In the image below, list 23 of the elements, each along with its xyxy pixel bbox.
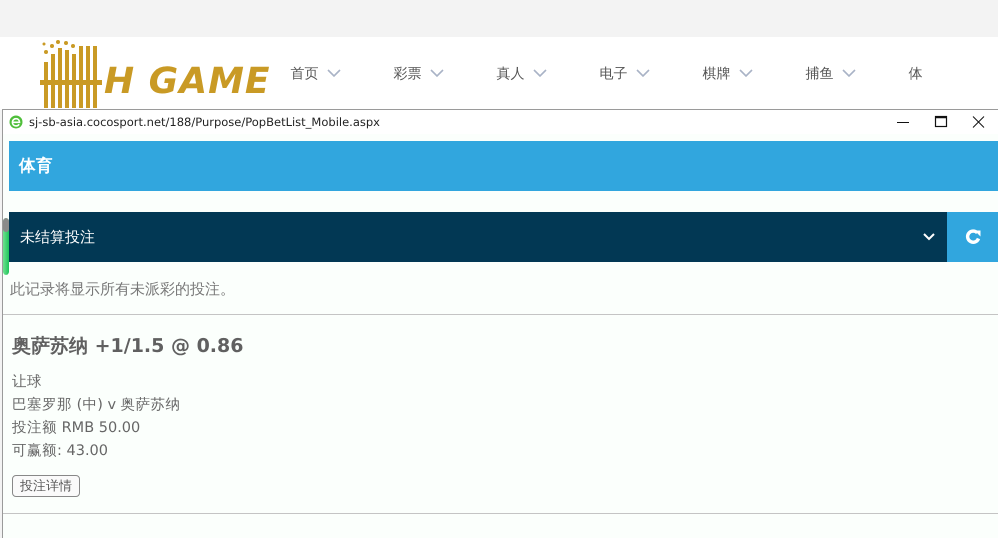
bet-stake: 投注额 RMB 50.00 bbox=[12, 418, 142, 438]
nav-item[interactable]: 捕鱼 bbox=[806, 64, 908, 82]
browser-icon bbox=[9, 115, 23, 129]
chevron-down-icon bbox=[923, 233, 935, 241]
logo-bars-icon bbox=[40, 40, 102, 108]
notice-text: 此记录将显示所有未派彩的投注。 bbox=[3, 262, 998, 315]
window-url: sj-sb-asia.cocosport.net/188/Purpose/PopBetList_Mobile.aspx bbox=[29, 115, 381, 129]
nav-item[interactable]: 首页 bbox=[290, 64, 394, 82]
bet-title: 奥萨苏纳 +1/1.5 @ 0.86 bbox=[12, 334, 244, 359]
refresh-button[interactable] bbox=[947, 212, 998, 262]
nav-item[interactable]: 棋牌 bbox=[702, 64, 806, 82]
scrollbar-thumb[interactable] bbox=[3, 218, 9, 275]
bet-potential-win: 可赢额: 43.00 bbox=[12, 442, 110, 461]
nav-item[interactable]: 真人 bbox=[496, 64, 600, 82]
nav-item[interactable]: 彩票 bbox=[394, 64, 496, 82]
section-header: 体育 bbox=[9, 141, 998, 191]
nav-item[interactable]: 体 bbox=[908, 64, 998, 82]
refresh-icon bbox=[964, 228, 982, 246]
bet-details-button[interactable]: 投注详情 bbox=[12, 475, 80, 497]
bet-market: 让球 bbox=[12, 373, 43, 392]
nav-item[interactable]: 电子 bbox=[600, 64, 702, 82]
bet-match: 巴塞罗那 (中) v 奥萨苏纳 bbox=[12, 396, 182, 415]
bet-status-dropdown[interactable]: 未结算投注 bbox=[9, 212, 947, 262]
